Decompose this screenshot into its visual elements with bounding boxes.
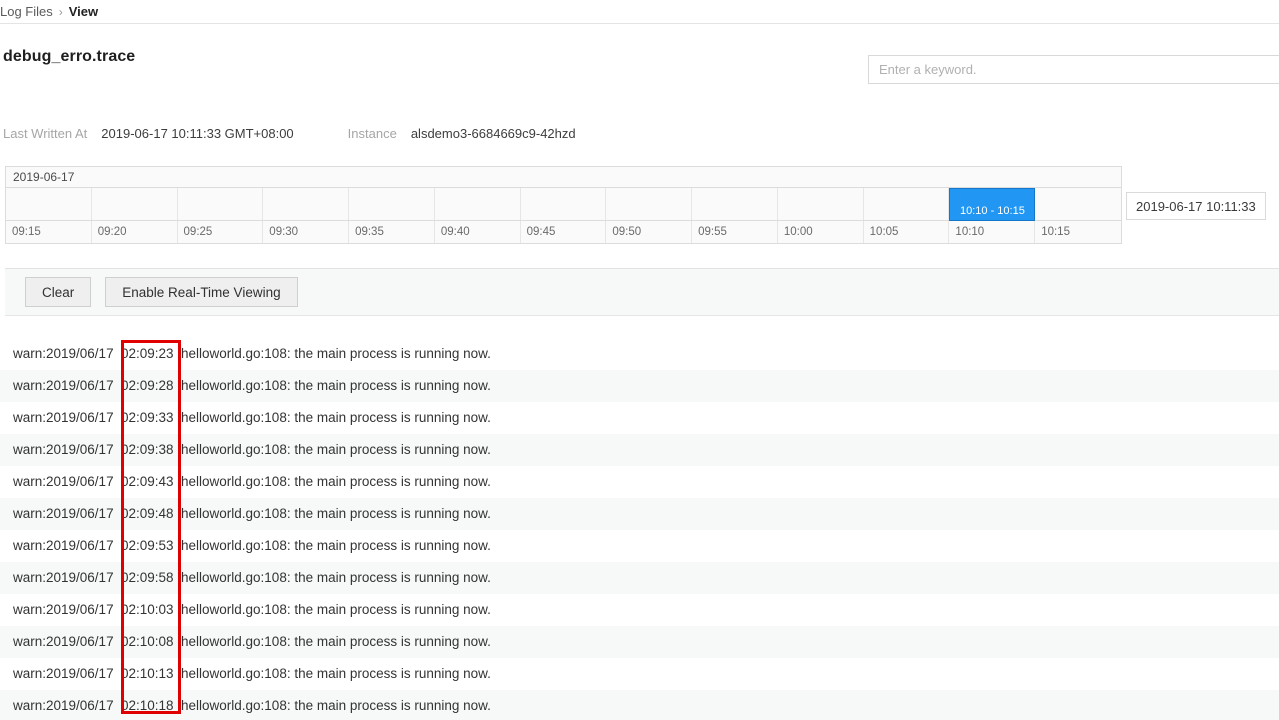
timeline-tick-label: 09:55 <box>692 221 778 243</box>
log-line-message: helloworld.go:108: the main process is r… <box>181 378 491 393</box>
log-line-level-date: warn:2019/06/17 <box>13 442 114 457</box>
log-line[interactable]: warn:2019/06/17 02:10:13 helloworld.go:108… <box>0 658 1279 690</box>
log-line[interactable]: warn:2019/06/17 02:10:08 helloworld.go:108… <box>0 626 1279 658</box>
log-line-message: helloworld.go:108: the main process is r… <box>181 570 491 585</box>
timeline-track[interactable]: 10:10 - 10:15 <box>6 188 1121 221</box>
log-line-message: helloworld.go:108: the main process is r… <box>181 602 491 617</box>
timeline-cell[interactable] <box>92 188 178 220</box>
log-line-message: helloworld.go:108: the main process is r… <box>181 474 491 489</box>
timeline-selected-block[interactable]: 10:10 - 10:15 <box>949 188 1036 221</box>
timeline-axis: 09:15 09:20 09:25 09:30 09:35 09:40 09:45 09:50… <box>6 221 1121 243</box>
timeline-widget[interactable]: 2019-06-17 10:10 - 10:15 09:15 09:20 09:25… <box>5 166 1122 244</box>
log-line-level-date: warn:2019/06/17 <box>13 378 114 393</box>
log-line-level-date: warn:2019/06/17 <box>13 410 114 425</box>
file-meta-row: Last Written At 2019-06-17 10:11:33 GMT+… <box>3 126 576 141</box>
log-line-message: helloworld.go:108: the main process is r… <box>181 442 491 457</box>
log-line-message: helloworld.go:108: the main process is r… <box>181 666 491 681</box>
breadcrumb-separator-icon: › <box>58 4 63 19</box>
log-line-time: 02:09:28 <box>121 378 174 393</box>
log-line[interactable]: warn:2019/06/17 02:09:43 helloworld.go:108… <box>0 466 1279 498</box>
log-line[interactable]: warn:2019/06/17 02:10:18 helloworld.go:108… <box>0 690 1279 720</box>
timeline-tick-label: 09:15 <box>6 221 92 243</box>
timeline-tick-label: 09:25 <box>178 221 264 243</box>
clear-button[interactable]: Clear <box>25 277 92 307</box>
instance-value: alsdemo3-6684669c9-42hzd <box>410 126 576 141</box>
log-line[interactable]: warn:2019/06/17 02:09:23 helloworld.go:108… <box>0 338 1279 370</box>
timeline-cell[interactable] <box>435 188 521 220</box>
log-line-time: 02:09:43 <box>121 474 174 489</box>
timeline-cell[interactable] <box>606 188 693 220</box>
log-line[interactable]: warn:2019/06/17 02:09:28 helloworld.go:108… <box>0 370 1279 402</box>
log-line-message: helloworld.go:108: the main process is r… <box>181 410 491 425</box>
log-line-level-date: warn:2019/06/17 <box>13 570 114 585</box>
log-line-message: helloworld.go:108: the main process is r… <box>181 346 491 361</box>
log-line-level-date: warn:2019/06/17 <box>13 698 114 713</box>
log-line-time: 02:10:18 <box>121 698 174 713</box>
log-line[interactable]: warn:2019/06/17 02:09:48 helloworld.go:108… <box>0 498 1279 530</box>
last-written-value: 2019-06-17 10:11:33 GMT+08:00 <box>101 126 294 141</box>
timeline-tick-label: 09:30 <box>263 221 350 243</box>
timeline-date-label: 2019-06-17 <box>6 167 1121 188</box>
log-line[interactable]: warn:2019/06/17 02:09:33 helloworld.go:108… <box>0 402 1279 434</box>
timeline-tick-label: 09:50 <box>606 221 693 243</box>
timeline-cell[interactable] <box>864 188 950 220</box>
log-line-time: 02:09:38 <box>121 442 174 457</box>
timeline-cell[interactable] <box>349 188 435 220</box>
log-line-time: 02:09:58 <box>121 570 174 585</box>
timeline-cell[interactable] <box>692 188 778 220</box>
timeline-tick-label: 10:05 <box>864 221 950 243</box>
breadcrumb: Log Files › View <box>0 0 98 23</box>
timeline-cell[interactable] <box>521 188 607 220</box>
log-line[interactable]: warn:2019/06/17 02:10:03 helloworld.go:108… <box>0 594 1279 626</box>
log-line-level-date: warn:2019/06/17 <box>13 602 114 617</box>
log-line-time: 02:09:23 <box>121 346 174 361</box>
log-line-level-date: warn:2019/06/17 <box>13 538 114 553</box>
timeline-tick-label: 09:20 <box>92 221 178 243</box>
log-line-level-date: warn:2019/06/17 <box>13 506 114 521</box>
log-line[interactable]: warn:2019/06/17 02:09:53 helloworld.go:108… <box>0 530 1279 562</box>
page-title: debug_erro.trace <box>3 48 136 65</box>
timeline-cell[interactable] <box>263 188 350 220</box>
log-line-message: helloworld.go:108: the main process is r… <box>181 634 491 649</box>
log-line[interactable]: warn:2019/06/17 02:09:38 helloworld.go:108… <box>0 434 1279 466</box>
log-line-level-date: warn:2019/06/17 <box>13 346 114 361</box>
keyword-search-box[interactable] <box>868 55 1279 84</box>
log-view-page: Log Files › View debug_erro.trace Last W… <box>0 0 1279 720</box>
log-line-level-date: warn:2019/06/17 <box>13 474 114 489</box>
breadcrumb-current-view: View <box>68 4 99 19</box>
enable-realtime-viewing-button[interactable]: Enable Real-Time Viewing <box>105 277 298 307</box>
search-input[interactable] <box>869 56 1279 83</box>
last-written-label: Last Written At <box>3 126 88 141</box>
log-line-level-date: warn:2019/06/17 <box>13 666 114 681</box>
log-line-time: 02:10:08 <box>121 634 174 649</box>
log-line[interactable]: warn:2019/06/17 02:09:58 helloworld.go:108… <box>0 562 1279 594</box>
log-line-message: helloworld.go:108: the main process is r… <box>181 538 491 553</box>
instance-label: Instance <box>347 126 397 141</box>
timeline-tick-label: 10:10 <box>949 221 1036 243</box>
timeline-tooltip: 2019-06-17 10:11:33 <box>1126 192 1266 220</box>
timeline-tick-label: 09:45 <box>521 221 607 243</box>
timeline-cell[interactable]: 10:10 - 10:15 <box>949 188 1036 221</box>
header-divider <box>0 23 1279 24</box>
timeline-cell[interactable] <box>178 188 264 220</box>
timeline-cell[interactable] <box>778 188 864 220</box>
timeline-tick-label: 09:35 <box>349 221 435 243</box>
log-line-time: 02:10:03 <box>121 602 174 617</box>
log-line-level-date: warn:2019/06/17 <box>13 634 114 649</box>
log-line-time: 02:09:48 <box>121 506 174 521</box>
timeline-cell[interactable] <box>1035 188 1121 220</box>
log-line-message: helloworld.go:108: the main process is r… <box>181 506 491 521</box>
log-line-time: 02:09:33 <box>121 410 174 425</box>
log-line-message: helloworld.go:108: the main process is r… <box>181 698 491 713</box>
log-lines-list[interactable]: warn:2019/06/17 02:09:23 helloworld.go:108… <box>0 338 1279 720</box>
log-line-time: 02:10:13 <box>121 666 174 681</box>
timeline-tick-label: 10:00 <box>778 221 864 243</box>
breadcrumb-link-log-files[interactable]: Log Files <box>0 4 53 19</box>
timeline-cell[interactable] <box>6 188 92 220</box>
timeline-tick-label: 10:15 <box>1041 226 1070 238</box>
log-toolbar: Clear Enable Real-Time Viewing <box>5 268 1279 316</box>
timeline-tick-label: 09:40 <box>435 221 521 243</box>
log-line-time: 02:09:53 <box>121 538 174 553</box>
